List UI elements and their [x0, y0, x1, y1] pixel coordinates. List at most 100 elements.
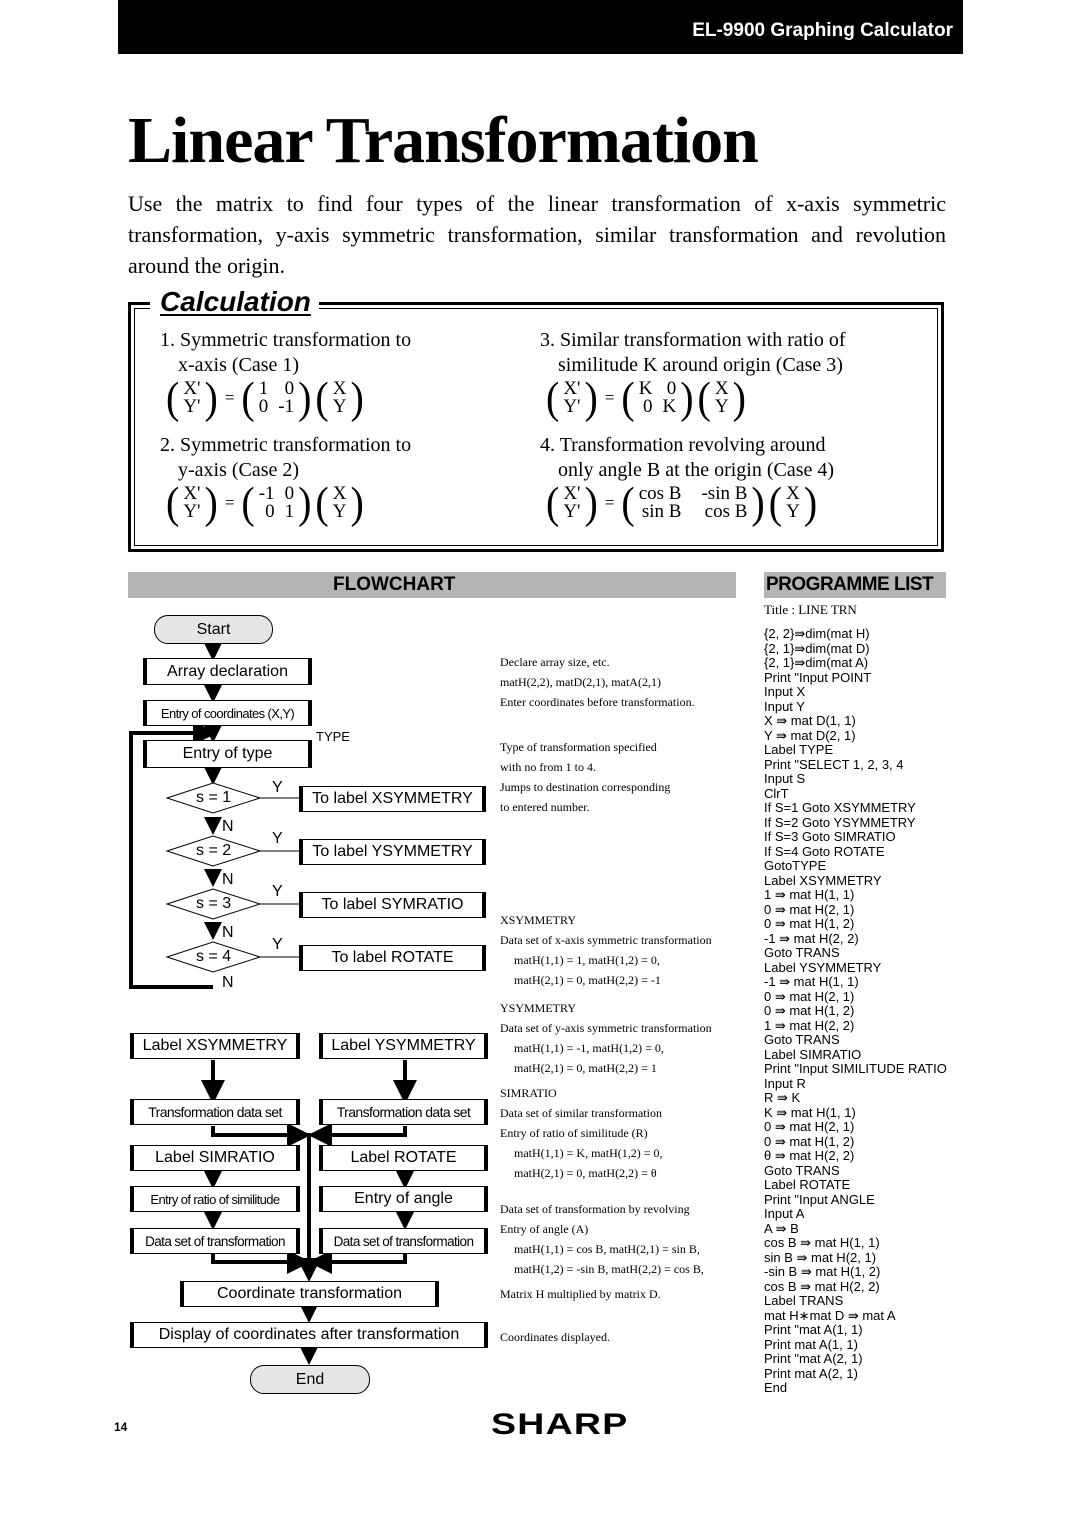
note-jumps-2: to entered number. [500, 800, 590, 814]
array-declaration-box: Array declaration [143, 658, 312, 685]
program-line: Label TYPE [764, 742, 834, 757]
program-line: -sin B ⇛ mat H(1, 2) [764, 1264, 881, 1279]
entry-coordinates-box: Entry of coordinates (X,Y) [143, 700, 312, 726]
note-ysym-line2: matH(2,1) = 0, matH(2,2) = 1 [514, 1061, 657, 1075]
display-coordinates-box: Display of coordinates after transformat… [130, 1322, 488, 1348]
to-label-rotate-box: To label ROTATE [299, 945, 486, 971]
sharp-logo: SHARP [491, 1408, 629, 1441]
program-line: Goto TRANS [764, 945, 840, 960]
program-line: 0 ⇛ mat H(2, 1) [764, 1119, 855, 1134]
note-type: Type of transformation specified with no… [500, 737, 670, 817]
program-line: A ⇛ B [764, 1220, 799, 1236]
note-displayed: Coordinates displayed. [500, 1330, 610, 1344]
program-line: Goto TRANS [764, 1032, 840, 1047]
decision-4-no: N [222, 974, 234, 991]
program-line: cos B ⇛ mat H(1, 1) [764, 1235, 880, 1250]
decision-2-condition: s = 2 [196, 842, 232, 859]
program-line: Label TRANS [764, 1293, 844, 1308]
program-line: Print "Input ANGLE [764, 1191, 875, 1207]
program-line: Print mat A(2, 1) [764, 1365, 858, 1381]
note-ysymmetry: YSYMMETRY Data set of y-axis symmetric t… [500, 998, 712, 1078]
program-line: If S=4 Goto ROTATE [764, 843, 885, 859]
to-label-symratio-box: To label SYMRATIO [299, 892, 486, 918]
program-line: -1 ⇛ mat H(1, 1) [764, 974, 859, 989]
program-line: Print mat A(1, 1) [764, 1336, 858, 1352]
program-line: 0 ⇛ mat H(1, 2) [764, 1133, 855, 1149]
page-number: 14 [114, 1420, 128, 1434]
to-label-xsymmetry-box: To label XSYMMETRY [299, 786, 486, 812]
program-title: Title : LINE TRN [764, 602, 857, 617]
program-line: Input A [764, 1206, 805, 1221]
program-line: cos B ⇛ mat H(2, 2) [764, 1278, 880, 1294]
note-ysym-line1: matH(1,1) = -1, matH(1,2) = 0, [514, 1041, 664, 1055]
program-line: Print "mat A(2, 1) [764, 1351, 863, 1366]
program-line: Print "Input POINT [764, 669, 872, 685]
program-line: Print "mat A(1, 1) [764, 1322, 863, 1337]
type-label: TYPE [316, 729, 350, 744]
program-line: Y ⇛ mat D(2, 1) [764, 727, 856, 743]
note-sim-line1: matH(1,1) = K, matH(1,2) = 0, [514, 1146, 663, 1160]
label-rotate-box: Label ROTATE [319, 1145, 488, 1171]
program-line: Input S [764, 771, 806, 786]
note-sim-desc: Data set of similar transformation [500, 1106, 662, 1120]
decision-3-yes: Y [272, 883, 283, 900]
note-declare-detail: matH(2,2), matD(2,1), matA(2,1) [500, 675, 661, 689]
program-line: If S=1 Goto XSYMMETRY [764, 800, 916, 815]
note-ysym-head: YSYMMETRY [500, 1001, 577, 1015]
entry-type-box: Entry of type [143, 740, 312, 768]
entry-angle-box: Entry of angle [319, 1186, 488, 1212]
program-line: GotoTYPE [764, 858, 827, 873]
program-line: {2, 2}⇛dim(mat H) [764, 626, 870, 641]
program-line: {2, 1}⇛dim(mat A) [764, 655, 869, 670]
decision-4-condition: s = 4 [196, 948, 232, 965]
label-simratio-box: Label SIMRATIO [130, 1145, 300, 1171]
program-line: Input X [764, 684, 806, 699]
programme-list: {2, 2}⇛dim(mat H) {2, 1}⇛dim(mat D) {2, 1}… [764, 626, 947, 1396]
entry-ratio-box: Entry of ratio of similitude [130, 1186, 300, 1212]
to-label-ysymmetry-box: To label YSYMMETRY [299, 839, 486, 865]
program-line: Label SIMRATIO [764, 1046, 862, 1062]
note-rot-line2: matH(1,2) = -sin B, matH(2,2) = cos B, [514, 1262, 704, 1276]
note-rot-desc: Data set of transformation by revolving [500, 1202, 690, 1216]
note-xsym-line2: matH(2,1) = 0, matH(2,2) = -1 [514, 973, 661, 987]
program-line: Input R [764, 1075, 806, 1091]
note-type-spec-2: with no from 1 to 4. [500, 760, 596, 774]
transformation-data-set-box-1: Transformation data set [130, 1099, 300, 1125]
program-line: 1 ⇛ mat H(1, 1) [764, 887, 855, 902]
decision-3-condition: s = 3 [196, 895, 232, 912]
decision-1-condition: s = 1 [196, 789, 232, 806]
decision-3-no: N [222, 924, 234, 941]
end-terminal: End [250, 1365, 370, 1394]
start-terminal: Start [154, 615, 273, 644]
note-sim-entry: Entry of ratio of similitude (R) [500, 1126, 648, 1140]
note-enter-coords: Enter coordinates before transformation. [500, 695, 695, 709]
program-line: Input Y [764, 698, 805, 714]
note-sim-head: SIMRATIO [500, 1086, 557, 1100]
note-rot-line1: matH(1,1) = cos B, matH(2,1) = sin B, [514, 1242, 700, 1256]
program-line: Label XSYMMETRY [764, 872, 882, 888]
program-line: {2, 1}⇛dim(mat D) [764, 640, 870, 656]
coordinate-transformation-box: Coordinate transformation [180, 1281, 439, 1307]
program-line: sin B ⇛ mat H(2, 1) [764, 1249, 877, 1265]
program-line: 1 ⇛ mat H(2, 2) [764, 1017, 855, 1033]
calculation-title: Calculation [160, 286, 311, 317]
note-xsym-desc: Data set of x-axis symmetric transformat… [500, 933, 712, 947]
program-line: ClrT [764, 785, 789, 801]
program-line: Label ROTATE [764, 1177, 851, 1192]
note-rot-entry: Entry of angle (A) [500, 1222, 589, 1236]
program-line: If S=2 Goto YSYMMETRY [764, 814, 916, 830]
program-line: Print "Input SIMILITUDE RATIO [764, 1061, 947, 1076]
decision-1-yes: Y [272, 779, 283, 796]
note-ysym-desc: Data set of y-axis symmetric transformat… [500, 1021, 712, 1035]
decision-1-no: N [222, 818, 234, 835]
program-line: Goto TRANS [764, 1162, 840, 1178]
program-line: K ⇛ mat H(1, 1) [764, 1104, 856, 1120]
program-line: -1 ⇛ mat H(2, 2) [764, 930, 859, 946]
program-line: 0 ⇛ mat H(1, 2) [764, 1003, 855, 1018]
program-line: X ⇛ mat D(1, 1) [764, 713, 856, 728]
note-sim-line2: matH(2,1) = 0, matH(2,2) = θ [514, 1166, 657, 1180]
program-line: R ⇛ K [764, 1090, 801, 1105]
calculation-title-wrap: Calculation [150, 286, 319, 318]
program-line: 0 ⇛ mat H(2, 1) [764, 901, 855, 917]
data-set-transformation-box-1: Data set of transformation [130, 1228, 300, 1254]
